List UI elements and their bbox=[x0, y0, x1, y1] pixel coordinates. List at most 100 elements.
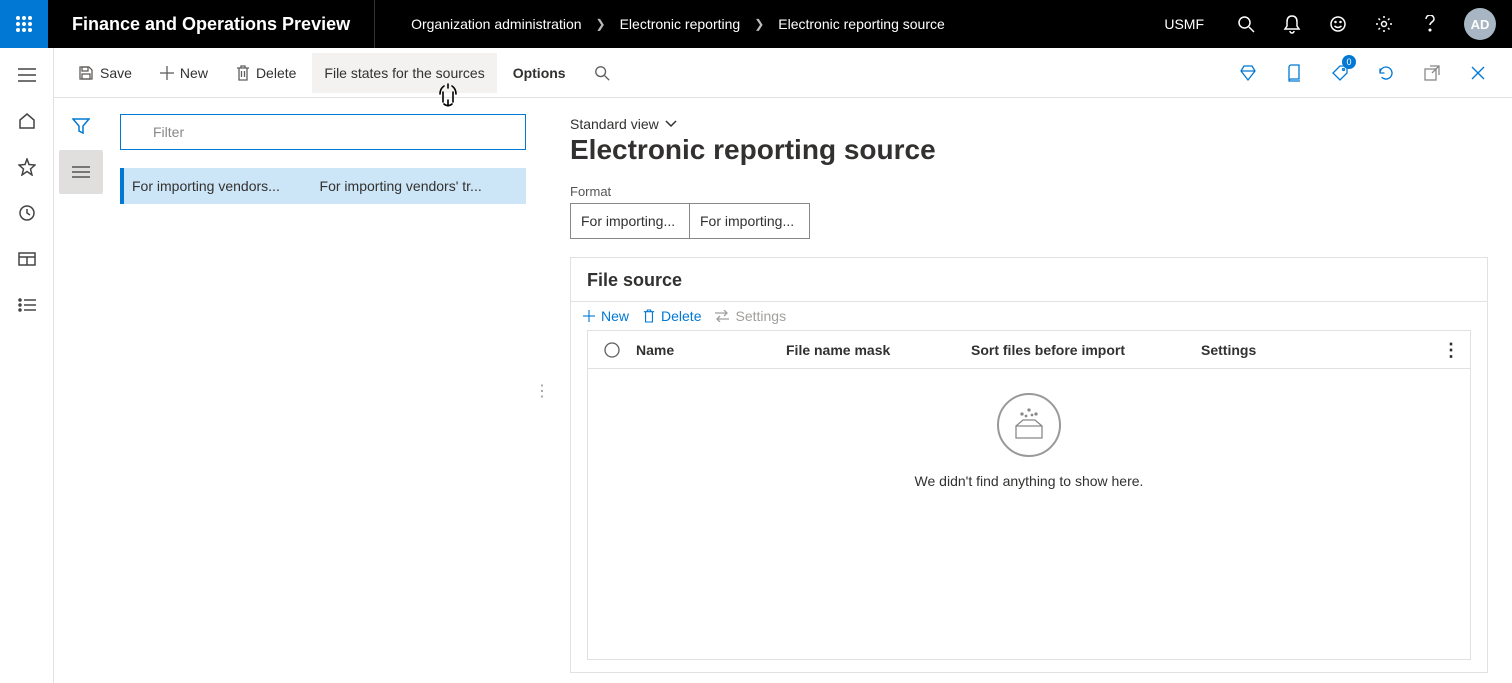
waffle-icon bbox=[15, 15, 33, 33]
options-button[interactable]: Options bbox=[501, 53, 578, 93]
file-states-label: File states for the sources bbox=[324, 65, 484, 81]
circle-icon bbox=[603, 341, 621, 359]
view-rail bbox=[54, 98, 108, 683]
gear-icon bbox=[1375, 15, 1393, 33]
book-icon bbox=[1286, 64, 1302, 82]
format-value-1[interactable]: For importing... bbox=[570, 203, 690, 239]
breadcrumb: Organization administration ❯ Electronic… bbox=[375, 16, 1164, 32]
options-label: Options bbox=[513, 65, 566, 81]
list-lines-icon bbox=[72, 166, 90, 178]
col-name[interactable]: Name bbox=[636, 342, 786, 358]
list-item-col2: For importing vendors' tr... bbox=[320, 178, 482, 194]
close-icon bbox=[1471, 66, 1485, 80]
chevron-right-icon: ❯ bbox=[754, 17, 764, 31]
shell: Save New Delete File states for the sour… bbox=[0, 48, 1512, 683]
action-bar: Save New Delete File states for the sour… bbox=[54, 48, 1512, 98]
actionbar-right: 0 bbox=[1234, 53, 1500, 93]
section-title: File source bbox=[571, 270, 1487, 301]
notifications-button[interactable] bbox=[1280, 0, 1304, 48]
settings-button[interactable] bbox=[1372, 0, 1396, 48]
close-button[interactable] bbox=[1464, 53, 1492, 93]
trash-icon bbox=[236, 65, 250, 81]
breadcrumb-item[interactable]: Organization administration bbox=[411, 16, 581, 32]
file-states-button[interactable]: File states for the sources bbox=[312, 53, 496, 93]
splitter[interactable]: ⋮ bbox=[538, 98, 546, 683]
diamond-icon bbox=[1239, 64, 1257, 82]
grid-more-button[interactable]: ⋮ bbox=[1442, 341, 1460, 359]
plus-icon bbox=[583, 310, 595, 322]
view-selector[interactable]: Standard view bbox=[570, 116, 1488, 132]
col-sort[interactable]: Sort files before import bbox=[971, 342, 1201, 358]
folder-sparkle-icon bbox=[1010, 406, 1048, 444]
empty-text: We didn't find anything to show here. bbox=[915, 473, 1144, 489]
section-new-label: New bbox=[601, 308, 629, 324]
delete-button[interactable]: Delete bbox=[224, 53, 308, 93]
popout-icon bbox=[1424, 65, 1440, 81]
section-new-button[interactable]: New bbox=[583, 308, 629, 324]
nav-rail bbox=[0, 48, 54, 683]
col-mask[interactable]: File name mask bbox=[786, 342, 971, 358]
smiley-icon bbox=[1329, 15, 1347, 33]
breadcrumb-item[interactable]: Electronic reporting bbox=[620, 16, 741, 32]
top-bar: Finance and Operations Preview Organizat… bbox=[0, 0, 1512, 48]
save-button[interactable]: Save bbox=[66, 53, 144, 93]
plus-icon bbox=[160, 66, 174, 80]
app-launcher[interactable] bbox=[0, 0, 48, 48]
clock-icon bbox=[18, 204, 36, 222]
office-button[interactable] bbox=[1280, 53, 1308, 93]
app-title: Finance and Operations Preview bbox=[48, 14, 374, 35]
new-label: New bbox=[180, 65, 208, 81]
breadcrumb-item[interactable]: Electronic reporting source bbox=[778, 16, 945, 32]
home-icon bbox=[18, 112, 36, 130]
modules-icon bbox=[18, 298, 36, 312]
user-avatar[interactable]: AD bbox=[1464, 8, 1496, 40]
bell-icon bbox=[1283, 14, 1301, 34]
popout-button[interactable] bbox=[1418, 53, 1446, 93]
detail-pane: Standard view Electronic reporting sourc… bbox=[546, 98, 1512, 683]
section-delete-button[interactable]: Delete bbox=[643, 308, 701, 324]
help-icon bbox=[1425, 15, 1435, 33]
search-button[interactable] bbox=[1234, 0, 1258, 48]
search-icon bbox=[1237, 15, 1255, 33]
content: For importing vendors... For importing v… bbox=[54, 98, 1512, 683]
swap-icon bbox=[715, 310, 729, 322]
col-settings[interactable]: Settings bbox=[1201, 342, 1272, 358]
section-delete-label: Delete bbox=[661, 308, 701, 324]
select-all[interactable] bbox=[588, 341, 636, 359]
delete-label: Delete bbox=[256, 65, 296, 81]
main: Save New Delete File states for the sour… bbox=[54, 48, 1512, 683]
format-value-2[interactable]: For importing... bbox=[690, 203, 810, 239]
top-right: USMF AD bbox=[1164, 0, 1512, 48]
nav-recent[interactable] bbox=[4, 190, 50, 236]
notif-badge: 0 bbox=[1342, 55, 1356, 69]
section-toolbar: New Delete Settings bbox=[571, 301, 1487, 330]
nav-workspaces[interactable] bbox=[4, 236, 50, 282]
nav-expand-button[interactable] bbox=[4, 52, 50, 98]
save-icon bbox=[78, 65, 94, 81]
refresh-icon bbox=[1377, 64, 1395, 82]
legal-entity[interactable]: USMF bbox=[1164, 16, 1212, 32]
list-pane: For importing vendors... For importing v… bbox=[108, 98, 538, 683]
filter-input[interactable] bbox=[120, 114, 526, 150]
hamburger-icon bbox=[18, 68, 36, 82]
list-view-toggle[interactable] bbox=[59, 150, 103, 194]
filter-toggle[interactable] bbox=[59, 104, 103, 148]
new-button[interactable]: New bbox=[148, 53, 220, 93]
attachments-button[interactable] bbox=[1234, 53, 1262, 93]
workspace-icon bbox=[18, 250, 36, 268]
grid-header: Name File name mask Sort files before im… bbox=[588, 331, 1470, 369]
help-button[interactable] bbox=[1418, 0, 1442, 48]
refresh-button[interactable] bbox=[1372, 53, 1400, 93]
format-row: For importing... For importing... bbox=[570, 203, 1488, 239]
grid: Name File name mask Sort files before im… bbox=[587, 330, 1471, 660]
filter-icon bbox=[72, 118, 90, 134]
nav-home[interactable] bbox=[4, 98, 50, 144]
view-selector-label: Standard view bbox=[570, 116, 659, 132]
list-item[interactable]: For importing vendors... For importing v… bbox=[120, 168, 526, 204]
actionbar-search[interactable] bbox=[582, 53, 622, 93]
messages-button[interactable]: 0 bbox=[1326, 53, 1354, 93]
nav-favorites[interactable] bbox=[4, 144, 50, 190]
nav-modules[interactable] bbox=[4, 282, 50, 328]
search-icon bbox=[594, 65, 610, 81]
feedback-button[interactable] bbox=[1326, 0, 1350, 48]
